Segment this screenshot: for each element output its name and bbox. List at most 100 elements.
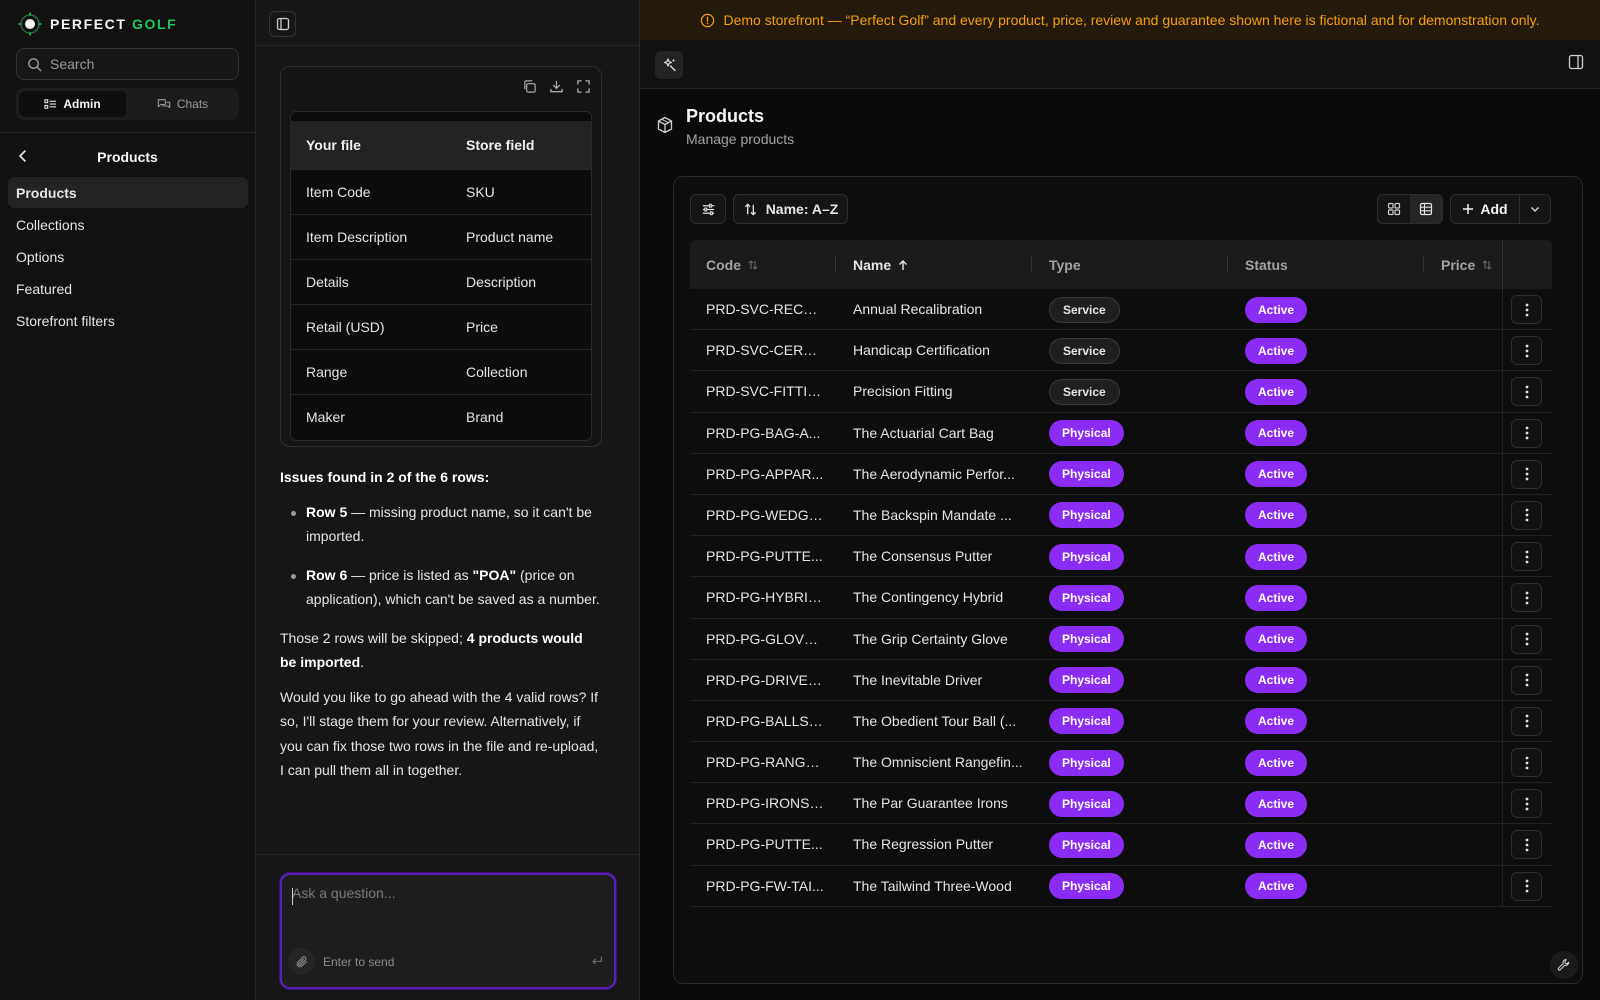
- product-name[interactable]: The Par Guarantee Irons: [853, 783, 1025, 824]
- product-name[interactable]: The Backspin Mandate ...: [853, 495, 1025, 536]
- table-row[interactable]: PRD-PG-FW-TAI... The Tailwind Three-Wood P…: [690, 865, 1552, 907]
- row-actions-button[interactable]: [1511, 542, 1542, 572]
- table-row[interactable]: PRD-PG-BALLS-... The Obedient Tour Ball (…: [690, 700, 1552, 743]
- row-actions-button[interactable]: [1511, 583, 1542, 613]
- sidebar-item-featured[interactable]: Featured: [8, 273, 248, 304]
- row-actions-button[interactable]: [1511, 624, 1542, 654]
- row-actions-button[interactable]: [1511, 748, 1542, 778]
- column-resize-handle[interactable]: [835, 256, 836, 272]
- column-header-name[interactable]: Name: [853, 240, 909, 289]
- add-button[interactable]: Add: [1451, 195, 1520, 223]
- add-dropdown-button[interactable]: [1520, 195, 1550, 223]
- sidebar-divider: [0, 132, 255, 133]
- row-actions-button[interactable]: [1511, 377, 1542, 407]
- row-actions-button[interactable]: [1511, 295, 1542, 324]
- product-code: PRD-PG-PUTTE...: [706, 836, 823, 853]
- column-type-label: Type: [1049, 256, 1081, 273]
- column-resize-handle[interactable]: [1031, 256, 1032, 272]
- sidebar-item-options[interactable]: Options: [8, 241, 248, 272]
- search-box[interactable]: [16, 48, 239, 80]
- row-actions-button[interactable]: [1511, 706, 1542, 736]
- issue-text: — price is listed as: [347, 566, 473, 583]
- row-actions-button[interactable]: [1511, 336, 1542, 366]
- product-name[interactable]: The Contingency Hybrid: [853, 577, 1025, 618]
- product-name[interactable]: The Regression Putter: [853, 824, 1025, 865]
- type-cell: Physical: [1049, 866, 1124, 907]
- developer-tools-button[interactable]: [1550, 951, 1578, 979]
- status-badge: Active: [1245, 584, 1308, 611]
- table-row[interactable]: PRD-PG-HYBRID... The Contingency Hybrid Ph…: [690, 577, 1552, 619]
- attach-button[interactable]: [288, 948, 315, 975]
- actions-column-divider: [1502, 371, 1503, 412]
- table-row[interactable]: PRD-SVC-RECA... Annual Recalibration Servi…: [690, 289, 1552, 331]
- table-row[interactable]: PRD-PG-WEDGE... The Backspin Mandate ... P…: [690, 494, 1552, 537]
- product-name[interactable]: The Omniscient Rangefin...: [853, 742, 1025, 783]
- product-name[interactable]: The Actuarial Cart Bag: [853, 413, 1025, 454]
- product-name[interactable]: Precision Fitting: [853, 371, 1025, 412]
- table-row[interactable]: PRD-PG-BAG-A... The Actuarial Cart Bag Phy…: [690, 412, 1552, 454]
- fullscreen-icon[interactable]: [576, 79, 591, 94]
- table-row[interactable]: PRD-PG-PUTTE... The Consensus Putter Physi…: [690, 536, 1552, 578]
- product-name[interactable]: The Inevitable Driver: [853, 660, 1025, 701]
- grid-view-icon[interactable]: [1378, 195, 1410, 223]
- row-actions-button[interactable]: [1511, 789, 1542, 819]
- filter-button[interactable]: [690, 194, 726, 224]
- panel-toggle-icon[interactable]: [1568, 54, 1584, 70]
- product-name[interactable]: Annual Recalibration: [853, 289, 1025, 330]
- row-actions-button[interactable]: [1511, 459, 1542, 489]
- status-badge: Active: [1245, 708, 1308, 735]
- row-actions-button[interactable]: [1511, 871, 1542, 901]
- sidebar-item-storefront-filters[interactable]: Storefront filters: [8, 305, 248, 336]
- column-resize-handle[interactable]: [1423, 256, 1424, 272]
- download-icon[interactable]: [549, 79, 564, 94]
- product-name[interactable]: The Tailwind Three-Wood: [853, 866, 1025, 907]
- table-row[interactable]: PRD-PG-RANGE... The Omniscient Rangefin..…: [690, 742, 1552, 784]
- type-cell: Physical: [1049, 824, 1124, 865]
- ai-assistant-button[interactable]: [655, 51, 683, 79]
- product-name[interactable]: The Grip Certainty Glove: [853, 619, 1025, 660]
- table-row[interactable]: PRD-PG-DRIVER... The Inevitable Driver Phy…: [690, 659, 1552, 701]
- row-actions-button[interactable]: [1511, 500, 1542, 530]
- row-actions-button[interactable]: [1511, 665, 1542, 695]
- admin-chats-switch: Admin Chats: [16, 88, 239, 120]
- chat-input[interactable]: [292, 885, 602, 935]
- type-cell: Physical: [1049, 495, 1124, 536]
- sidebar-item-collections[interactable]: Collections: [8, 209, 248, 240]
- table-view-icon[interactable]: [1410, 195, 1442, 223]
- tab-admin[interactable]: Admin: [19, 91, 126, 117]
- products-table-card: Name: A–Z Add Code Name Type Status Pric…: [673, 176, 1583, 984]
- table-row[interactable]: PRD-SVC-CERTI... Handicap Certification Se…: [690, 330, 1552, 372]
- sort-button[interactable]: Name: A–Z: [733, 194, 848, 224]
- product-code: PRD-PG-GLOVE-...: [706, 630, 824, 647]
- column-name-label: Name: [853, 256, 892, 273]
- column-header-price[interactable]: Price: [1441, 240, 1493, 289]
- brand[interactable]: PERFECT GOLF: [18, 12, 177, 36]
- product-name[interactable]: The Obedient Tour Ball (...: [853, 701, 1025, 742]
- column-resize-handle[interactable]: [1227, 256, 1228, 272]
- column-status-label: Status: [1245, 256, 1288, 273]
- table-row[interactable]: PRD-PG-PUTTE... The Regression Putter Phys…: [690, 824, 1552, 866]
- table-row[interactable]: PRD-PG-GLOVE-... The Grip Certainty Glove…: [690, 618, 1552, 660]
- table-row[interactable]: PRD-SVC-FITTING Precision Fitting Service A…: [690, 371, 1552, 413]
- row-actions-button[interactable]: [1511, 418, 1542, 448]
- status-cell: Active: [1245, 701, 1308, 742]
- column-header-type[interactable]: Type: [1049, 240, 1081, 289]
- product-name[interactable]: Handicap Certification: [853, 330, 1025, 371]
- sidebar-item-products[interactable]: Products: [8, 177, 248, 208]
- table-row[interactable]: PRD-PG-IRONS-... The Par Guarantee Irons P…: [690, 783, 1552, 825]
- search-input[interactable]: [50, 56, 230, 72]
- back-chevron-icon[interactable]: [16, 149, 30, 163]
- tab-chats[interactable]: Chats: [129, 91, 236, 117]
- row-actions-button[interactable]: [1511, 830, 1542, 860]
- copy-icon[interactable]: [522, 79, 537, 94]
- send-button[interactable]: [590, 954, 604, 968]
- product-name[interactable]: The Aerodynamic Perfor...: [853, 454, 1025, 495]
- column-header-code[interactable]: Code: [706, 240, 759, 289]
- column-header-status[interactable]: Status: [1245, 240, 1288, 289]
- sidebar-toggle-button[interactable]: [269, 11, 296, 37]
- mapping-target: Description: [451, 259, 591, 305]
- mapping-source: Maker: [291, 394, 451, 440]
- table-row[interactable]: PRD-PG-APPAR... The Aerodynamic Perfor...…: [690, 453, 1552, 495]
- mapping-row: Maker Brand: [291, 394, 591, 440]
- product-name[interactable]: The Consensus Putter: [853, 536, 1025, 577]
